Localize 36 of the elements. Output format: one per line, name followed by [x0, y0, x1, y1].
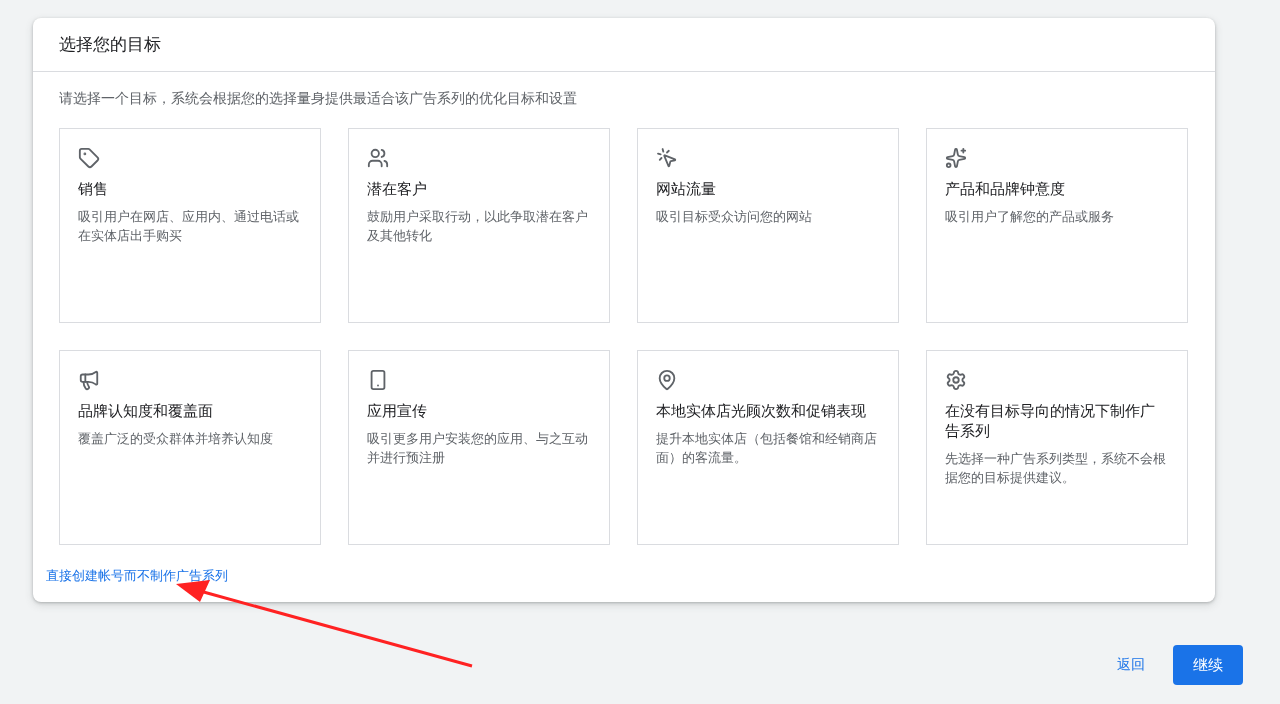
goal-title: 应用宣传: [367, 402, 427, 421]
map-pin-icon: [656, 369, 678, 391]
goal-description: 先选择一种广告系列类型，系统不会根据您的目标提供建议。: [945, 450, 1167, 487]
goal-title: 网站流量: [656, 180, 716, 199]
goal-description: 吸引目标受众访问您的网站: [656, 208, 812, 226]
goal-title: 产品和品牌钟意度: [945, 180, 1065, 199]
goal-card[interactable]: 应用宣传 吸引更多用户安装您的应用、与之互动并进行预注册: [348, 350, 610, 545]
continue-button[interactable]: 继续: [1173, 645, 1243, 685]
gear-icon: [945, 369, 967, 391]
goal-description: 吸引更多用户安装您的应用、与之互动并进行预注册: [367, 430, 589, 467]
goal-title: 在没有目标导向的情况下制作广告系列: [945, 402, 1156, 441]
sparkle-icon: [945, 147, 967, 169]
goal-title: 潜在客户: [367, 180, 427, 199]
goal-description: 提升本地实体店（包括餐馆和经销商店面）的客流量。: [656, 430, 878, 467]
back-link[interactable]: 返回: [1117, 656, 1145, 674]
goal-card[interactable]: 本地实体店光顾次数和促销表现 提升本地实体店（包括餐馆和经销商店面）的客流量。: [637, 350, 899, 545]
goal-description: 吸引用户在网店、应用内、通过电话或在实体店出手购买: [78, 208, 300, 245]
goal-card[interactable]: 产品和品牌钟意度 吸引用户了解您的产品或服务: [926, 128, 1188, 323]
goal-card[interactable]: 在没有目标导向的情况下制作广告系列 先选择一种广告系列类型，系统不会根据您的目标提供建议。: [926, 350, 1188, 545]
goal-description: 鼓励用户采取行动，以此争取潜在客户及其他转化: [367, 208, 589, 245]
goal-card[interactable]: 品牌认知度和覆盖面 覆盖广泛的受众群体并培养认知度: [59, 350, 321, 545]
goal-title: 本地实体店光顾次数和促销表现: [656, 402, 866, 421]
cursor-click-icon: [656, 147, 678, 169]
people-icon: [367, 147, 389, 169]
goal-card[interactable]: 潜在客户 鼓励用户采取行动，以此争取潜在客户及其他转化: [348, 128, 610, 323]
goal-title: 品牌认知度和覆盖面: [78, 402, 213, 421]
goal-title: 销售: [78, 180, 108, 199]
goal-description: 吸引用户了解您的产品或服务: [945, 208, 1114, 226]
intro-text: 请选择一个目标，系统会根据您的选择量身提供最适合该广告系列的优化目标和设置: [59, 90, 578, 108]
dialog-title: 选择您的目标: [59, 33, 161, 56]
megaphone-icon: [78, 369, 100, 391]
goal-card[interactable]: 网站流量 吸引目标受众访问您的网站: [637, 128, 899, 323]
goal-card[interactable]: 销售 吸引用户在网店、应用内、通过电话或在实体店出手购买: [59, 128, 321, 323]
skip-link[interactable]: 直接创建帐号而不制作广告系列: [46, 567, 228, 585]
goal-description: 覆盖广泛的受众群体并培养认知度: [78, 430, 273, 448]
tag-icon: [78, 147, 100, 169]
